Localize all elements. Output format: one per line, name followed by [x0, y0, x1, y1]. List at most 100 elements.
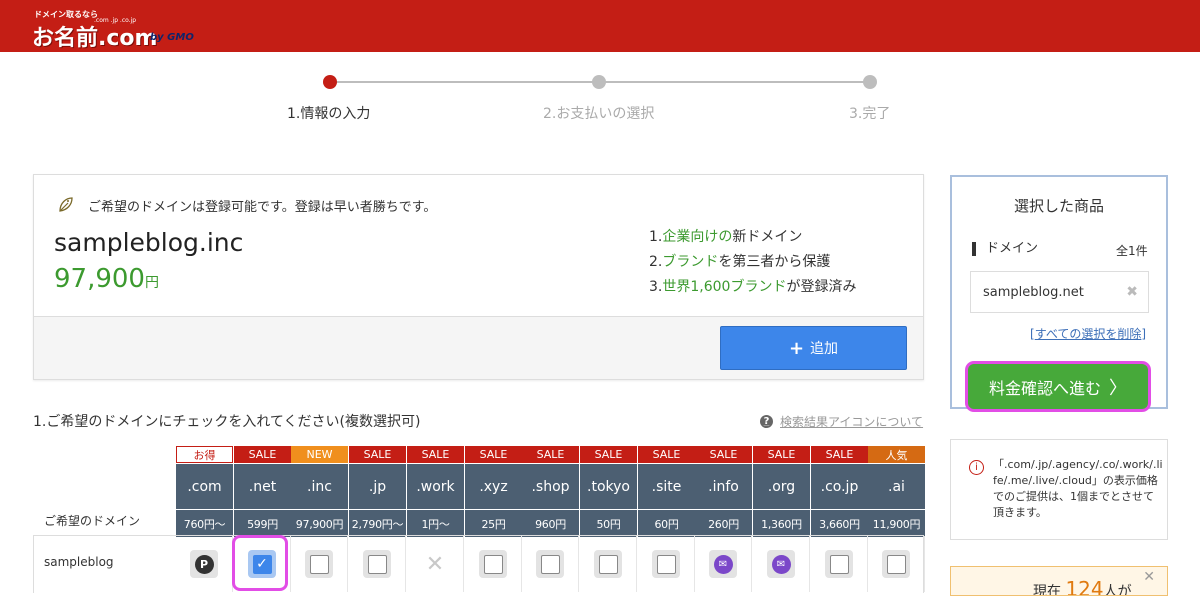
tld-cell — [291, 536, 348, 592]
domain-checkbox[interactable] — [594, 550, 622, 578]
feature-list: 1.企業向けの新ドメイン 2.ブランドを第三者から保護 3.世界1,600ブラン… — [649, 225, 856, 300]
clear-all-label: すべての選択を削除 — [1034, 327, 1142, 341]
feature-text: が登録済み — [786, 279, 857, 295]
step-label-3: 3.完了 — [849, 106, 891, 122]
plus-icon: + — [788, 337, 805, 359]
tld-name: .work — [407, 464, 464, 509]
feature-highlight: ブランド — [662, 254, 719, 270]
feature-item: 3.世界1,600ブランドが登録済み — [649, 275, 856, 300]
search-icon-help-link[interactable]: ? 検索結果アイコンについて — [760, 413, 923, 430]
domain-checkbox[interactable] — [363, 550, 391, 578]
domain-checkbox[interactable] — [536, 550, 564, 578]
cart-domain-label: ドメイン — [972, 242, 1038, 256]
tld-column: 人気 .ai 11,900円 — [868, 446, 925, 537]
tld-badge: SALE — [407, 446, 464, 463]
searched-domain: sampleblog.inc — [54, 228, 244, 257]
tld-name: .jp — [349, 464, 406, 509]
add-button[interactable]: + 追加 — [720, 326, 907, 370]
price-value: 97,900 — [54, 264, 145, 294]
logo-gmo: by GMO — [150, 32, 194, 43]
tld-price: 960円 — [522, 510, 579, 537]
domain-checkbox[interactable] — [479, 550, 507, 578]
domain-checkbox[interactable] — [825, 550, 853, 578]
tld-cell — [465, 536, 522, 592]
remove-item-icon[interactable]: ✖ — [1126, 284, 1138, 300]
leaf-mascot-icon — [59, 197, 73, 212]
price-notice: i 「.com/.jp/.agency/.co/.work/.life/.me/… — [950, 439, 1168, 540]
live-visitors-text: 現在 124人が — [1033, 577, 1132, 596]
tld-column: SALE .co.jp 3,660円 — [811, 446, 868, 537]
live-prefix: 現在 — [1033, 584, 1061, 596]
help-link-label: 検索結果アイコンについて — [780, 415, 924, 429]
step-connector — [330, 81, 600, 83]
searched-domain-price: 97,900円 — [54, 264, 159, 294]
section-title: 1.ご希望のドメインにチェックを入れてください(複数選択可) — [33, 414, 421, 430]
tld-column: SALE .tokyo 50円 — [580, 446, 637, 537]
feature-text: 新ドメイン — [732, 229, 803, 245]
feature-item: 2.ブランドを第三者から保護 — [649, 250, 856, 275]
tld-price: 60円 — [638, 510, 695, 537]
proceed-to-price-button[interactable]: 料金確認へ進む 〉 — [968, 364, 1148, 409]
tld-cell — [580, 536, 637, 592]
tld-price: 25円 — [465, 510, 522, 537]
domain-checkbox[interactable] — [652, 550, 680, 578]
tld-cell: ✉ — [753, 536, 810, 592]
tld-cell: ✕ — [407, 536, 464, 592]
row-domain-name: sampleblog — [44, 555, 114, 569]
step-label-1: 1.情報の入力 — [287, 106, 371, 122]
tld-name: .net — [234, 464, 291, 509]
notice-text: 「.com/.jp/.agency/.co/.work/.life/.me/.l… — [993, 458, 1163, 519]
step-label-2: 2.お支払いの選択 — [543, 106, 655, 122]
cart-count: 全1件 — [1116, 244, 1148, 258]
close-icon[interactable]: ✕ — [1143, 569, 1155, 585]
tld-name: .ai — [868, 464, 925, 509]
tld-column: お得 .com 760円〜 — [176, 446, 233, 537]
tld-name: .xyz — [465, 464, 522, 509]
tld-price: 1,360円 — [753, 510, 810, 537]
tld-name: .com — [176, 464, 233, 509]
tld-price: 11,900円 — [868, 510, 925, 537]
logo-brand: お名前.com — [32, 26, 158, 51]
mail-icon[interactable]: ✉ — [767, 550, 795, 578]
tld-badge: SALE — [695, 446, 752, 463]
feature-highlight: 企業向けの — [662, 229, 733, 245]
tld-cell — [638, 536, 695, 592]
proceed-button-label: 料金確認へ進む — [988, 378, 1101, 398]
clear-all-link[interactable]: [すべての選択を削除] — [1030, 325, 1146, 342]
site-header: ドメイン取るなら .com .jp .co.jp お名前.com by GMO — [0, 0, 1200, 52]
tld-column: SALE .net 599円 — [234, 446, 291, 537]
feature-num: 2. — [649, 254, 663, 270]
unavailable-icon: ✕ — [425, 551, 445, 577]
domain-checkbox[interactable] — [882, 550, 910, 578]
tld-price: 3,660円 — [811, 510, 868, 537]
cart-item-domain: sampleblog.net — [983, 284, 1084, 300]
domain-checkbox[interactable] — [305, 550, 333, 578]
tld-column: SALE .org 1,360円 — [753, 446, 810, 537]
tld-price: 599円 — [234, 510, 291, 537]
question-icon: ? — [760, 415, 773, 428]
price-unit: 円 — [144, 275, 159, 291]
tld-name: .org — [753, 464, 810, 509]
tld-name: .shop — [522, 464, 579, 509]
tld-column: SALE .xyz 25円 — [465, 446, 522, 537]
tld-column: SALE .work 1円〜 — [407, 446, 464, 537]
tld-price: 1円〜 — [407, 510, 464, 537]
tld-price: 260円 — [695, 510, 752, 537]
domain-result-card: ご希望のドメインは登録可能です。登録は早い者勝ちです。 sampleblog.i… — [33, 174, 924, 380]
mail-icon[interactable]: ✉ — [709, 550, 737, 578]
tld-column: NEW .inc 97,900円 — [291, 446, 348, 537]
live-count: 124 — [1065, 577, 1104, 596]
tld-badge: お得 — [176, 446, 233, 463]
premium-icon[interactable]: P — [190, 550, 218, 578]
tld-badge: SALE — [349, 446, 406, 463]
cart-title: 選択した商品 — [1013, 197, 1104, 215]
tld-column: SALE .shop 960円 — [522, 446, 579, 537]
tld-price: 760円〜 — [176, 510, 233, 537]
tld-price: 97,900円 — [291, 510, 348, 537]
tld-cell — [868, 536, 925, 592]
tld-cell — [522, 536, 579, 592]
feature-text: を第三者から保護 — [718, 254, 831, 270]
tld-price: 50円 — [580, 510, 637, 537]
cart-item: sampleblog.net ✖ — [970, 271, 1149, 313]
tld-cell — [811, 536, 868, 592]
